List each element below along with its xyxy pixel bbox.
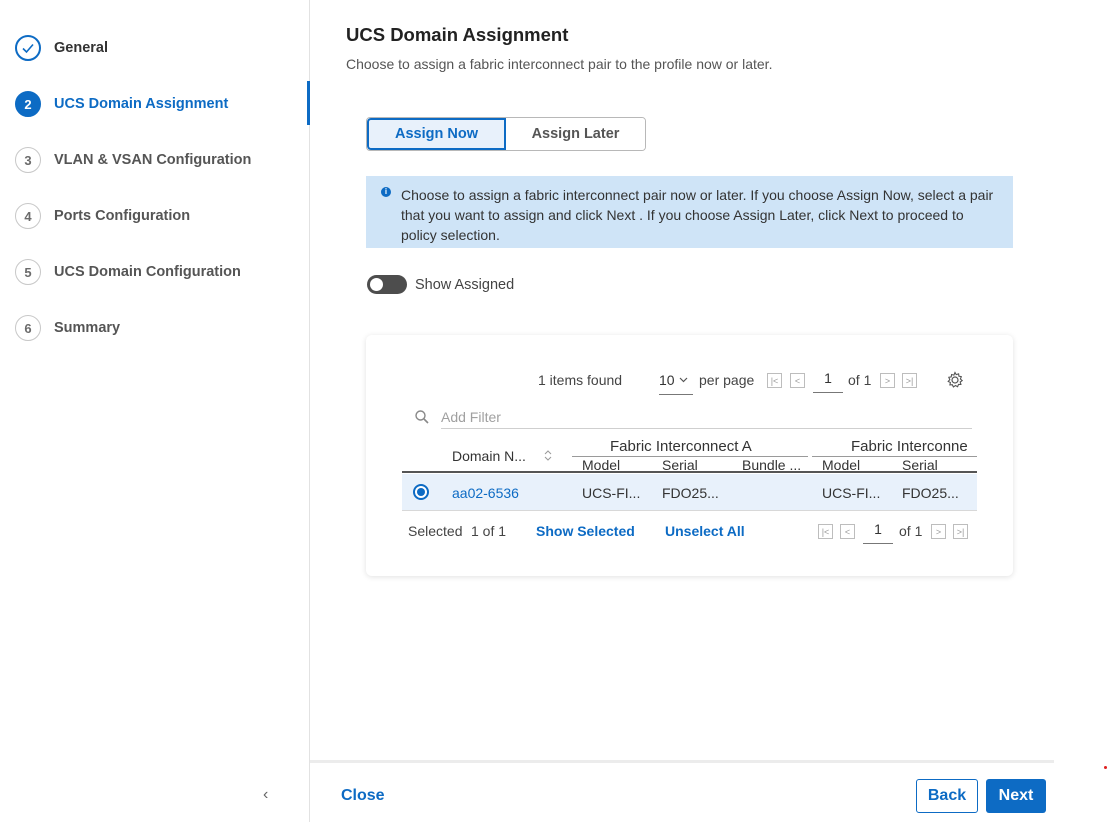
step-ucs-domain-configuration[interactable]: 5 UCS Domain Configuration <box>0 252 310 292</box>
cell-model-a: UCS-FI... <box>582 485 641 501</box>
per-page-select[interactable]: 10 <box>659 370 693 395</box>
step-label: Summary <box>54 320 121 336</box>
selected-count: 1 of 1 <box>471 523 507 539</box>
back-button[interactable]: Back <box>916 779 978 813</box>
next-button[interactable]: Next <box>986 779 1046 813</box>
step-number: 3 <box>15 147 41 173</box>
row-radio-button[interactable] <box>413 484 429 500</box>
info-banner-text: Choose to assign a fabric interconnect p… <box>401 187 994 243</box>
status-dot <box>1104 766 1107 769</box>
last-page-icon[interactable]: >| <box>902 373 917 388</box>
column-bundle-a[interactable]: Bundle ... <box>742 457 801 471</box>
info-icon: i <box>381 187 391 197</box>
step-ports-configuration[interactable]: 4 Ports Configuration <box>0 196 310 236</box>
column-group-fabric-interconnect-b: Fabric Interconne <box>851 438 968 455</box>
items-found: 1 items found <box>538 372 623 388</box>
show-assigned-label: Show Assigned <box>415 277 515 293</box>
step-vlan-vsan-configuration[interactable]: 3 VLAN & VSAN Configuration <box>0 140 310 180</box>
active-step-indicator <box>307 81 310 125</box>
column-serial-b[interactable]: Serial <box>902 457 938 471</box>
prev-page-icon[interactable]: < <box>840 524 855 539</box>
show-assigned-toggle[interactable] <box>367 275 407 294</box>
table-row[interactable]: aa02-6536 UCS-FI... FDO25... UCS-FI... F… <box>402 474 977 511</box>
collapse-sidebar-chevron-left-icon[interactable]: ‹ <box>263 786 268 804</box>
gear-icon[interactable] <box>946 371 964 389</box>
step-number: 4 <box>15 203 41 229</box>
step-label: UCS Domain Configuration <box>54 264 241 280</box>
step-number: 6 <box>15 315 41 341</box>
close-button[interactable]: Close <box>341 787 385 805</box>
column-domain-name[interactable]: Domain N... <box>452 448 526 464</box>
step-ucs-domain-assignment[interactable]: 2 UCS Domain Assignment <box>0 84 310 124</box>
wizard-sidebar: General 2 UCS Domain Assignment 3 VLAN &… <box>0 0 310 822</box>
step-number: 5 <box>15 259 41 285</box>
footer-divider <box>310 760 1054 763</box>
step-label: General <box>54 40 108 56</box>
per-page-label: per page <box>699 372 755 388</box>
filter-input[interactable]: Add Filter <box>412 406 972 429</box>
column-group-fabric-interconnect-a: Fabric Interconnect A <box>610 438 752 455</box>
last-page-icon[interactable]: >| <box>953 524 968 539</box>
sort-icon[interactable] <box>544 450 552 461</box>
page-input[interactable]: 1 <box>813 370 843 393</box>
check-icon <box>15 35 41 61</box>
filter-underline <box>441 428 972 429</box>
column-model-b[interactable]: Model <box>822 457 860 471</box>
cell-model-b: UCS-FI... <box>822 485 881 501</box>
column-serial-a[interactable]: Serial <box>662 457 698 471</box>
chevron-down-icon <box>679 377 688 383</box>
per-page-value: 10 <box>659 372 675 388</box>
step-number: 2 <box>15 91 41 117</box>
step-general[interactable]: General <box>0 28 310 68</box>
step-label: UCS Domain Assignment <box>54 96 229 112</box>
table-header: Domain N... Fabric Interconnect A Fabric… <box>402 437 977 473</box>
first-page-icon[interactable]: |< <box>818 524 833 539</box>
cell-serial-b: FDO25... <box>902 485 959 501</box>
step-label: VLAN & VSAN Configuration <box>54 152 252 168</box>
next-page-icon[interactable]: > <box>880 373 895 388</box>
domain-name-link[interactable]: aa02-6536 <box>452 485 519 501</box>
step-summary[interactable]: 6 Summary <box>0 308 310 348</box>
assign-mode-toggle: Assign Now Assign Later <box>366 117 646 151</box>
unselect-all-link[interactable]: Unselect All <box>665 523 745 539</box>
column-model-a[interactable]: Model <box>582 457 620 471</box>
filter-placeholder: Add Filter <box>441 409 501 425</box>
info-banner: i Choose to assign a fabric interconnect… <box>366 176 1013 248</box>
show-selected-link[interactable]: Show Selected <box>536 523 635 539</box>
step-label: Ports Configuration <box>54 208 191 224</box>
toggle-knob <box>370 278 383 291</box>
page-title: UCS Domain Assignment <box>346 24 569 45</box>
next-page-icon[interactable]: > <box>931 524 946 539</box>
cell-serial-a: FDO25... <box>662 485 719 501</box>
first-page-icon[interactable]: |< <box>767 373 782 388</box>
page-total: of 1 <box>848 372 872 388</box>
assign-later-button[interactable]: Assign Later <box>506 118 645 150</box>
selected-prefix: Selected <box>408 523 463 539</box>
page-subtitle: Choose to assign a fabric interconnect p… <box>346 56 773 72</box>
search-icon <box>415 410 429 424</box>
page-total-bottom: of 1 <box>899 523 923 539</box>
assign-now-button[interactable]: Assign Now <box>367 118 506 150</box>
page-input-bottom[interactable]: 1 <box>863 521 893 544</box>
prev-page-icon[interactable]: < <box>790 373 805 388</box>
